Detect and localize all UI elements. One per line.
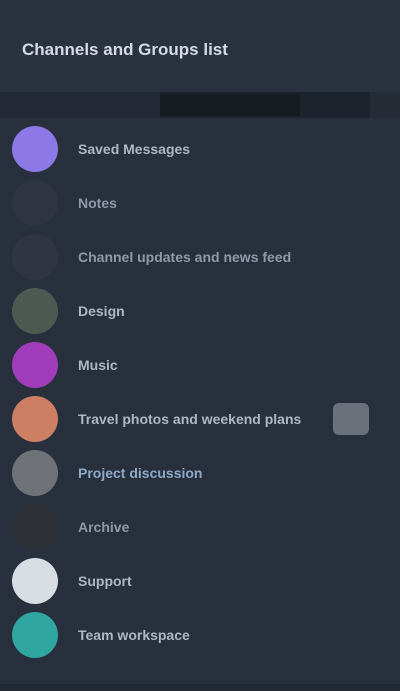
page-title: Channels and Groups list (22, 40, 228, 59)
list-item[interactable]: Design (0, 284, 400, 338)
avatar (12, 234, 58, 280)
list-item[interactable]: Archive (0, 500, 400, 554)
list-item-label: Team workspace (78, 627, 190, 643)
unread-badge (333, 403, 369, 435)
list-item-label: Project discussion (78, 465, 203, 481)
avatar (12, 126, 58, 172)
list-item-label: Archive (78, 519, 130, 535)
list-item-label: Design (78, 303, 125, 319)
list-item[interactable]: Travel photos and weekend plans (0, 392, 400, 446)
avatar (12, 288, 58, 334)
footer-divider (0, 684, 400, 691)
list-item-label: Channel updates and news feed (78, 249, 292, 265)
avatar (12, 180, 58, 226)
tab-active[interactable] (160, 94, 300, 116)
avatar (12, 558, 58, 604)
list-item[interactable]: Project discussion (0, 446, 400, 500)
list-item[interactable]: Music (0, 338, 400, 392)
avatar (12, 612, 58, 658)
list-item[interactable]: Saved Messages (0, 122, 400, 176)
avatar (12, 342, 58, 388)
chat-list-panel: Channels and Groups list Saved Messages … (0, 0, 400, 691)
header: Channels and Groups list (0, 0, 400, 92)
list-item-label: Support (78, 573, 132, 589)
list-item-label: Notes (78, 195, 117, 211)
tab-more[interactable] (370, 92, 400, 118)
tab-bar (0, 92, 400, 118)
chat-list: Saved Messages Notes Channel updates and… (0, 122, 400, 662)
tab-all[interactable] (0, 92, 160, 118)
list-item[interactable]: Support (0, 554, 400, 608)
avatar (12, 396, 58, 442)
list-item-label: Music (78, 357, 118, 373)
list-item[interactable]: Channel updates and news feed (0, 230, 400, 284)
list-item[interactable]: Team workspace (0, 608, 400, 662)
avatar (12, 504, 58, 550)
list-item-label: Saved Messages (78, 141, 191, 157)
list-item-label: Travel photos and weekend plans (78, 411, 302, 427)
list-item[interactable]: Notes (0, 176, 400, 230)
avatar (12, 450, 58, 496)
